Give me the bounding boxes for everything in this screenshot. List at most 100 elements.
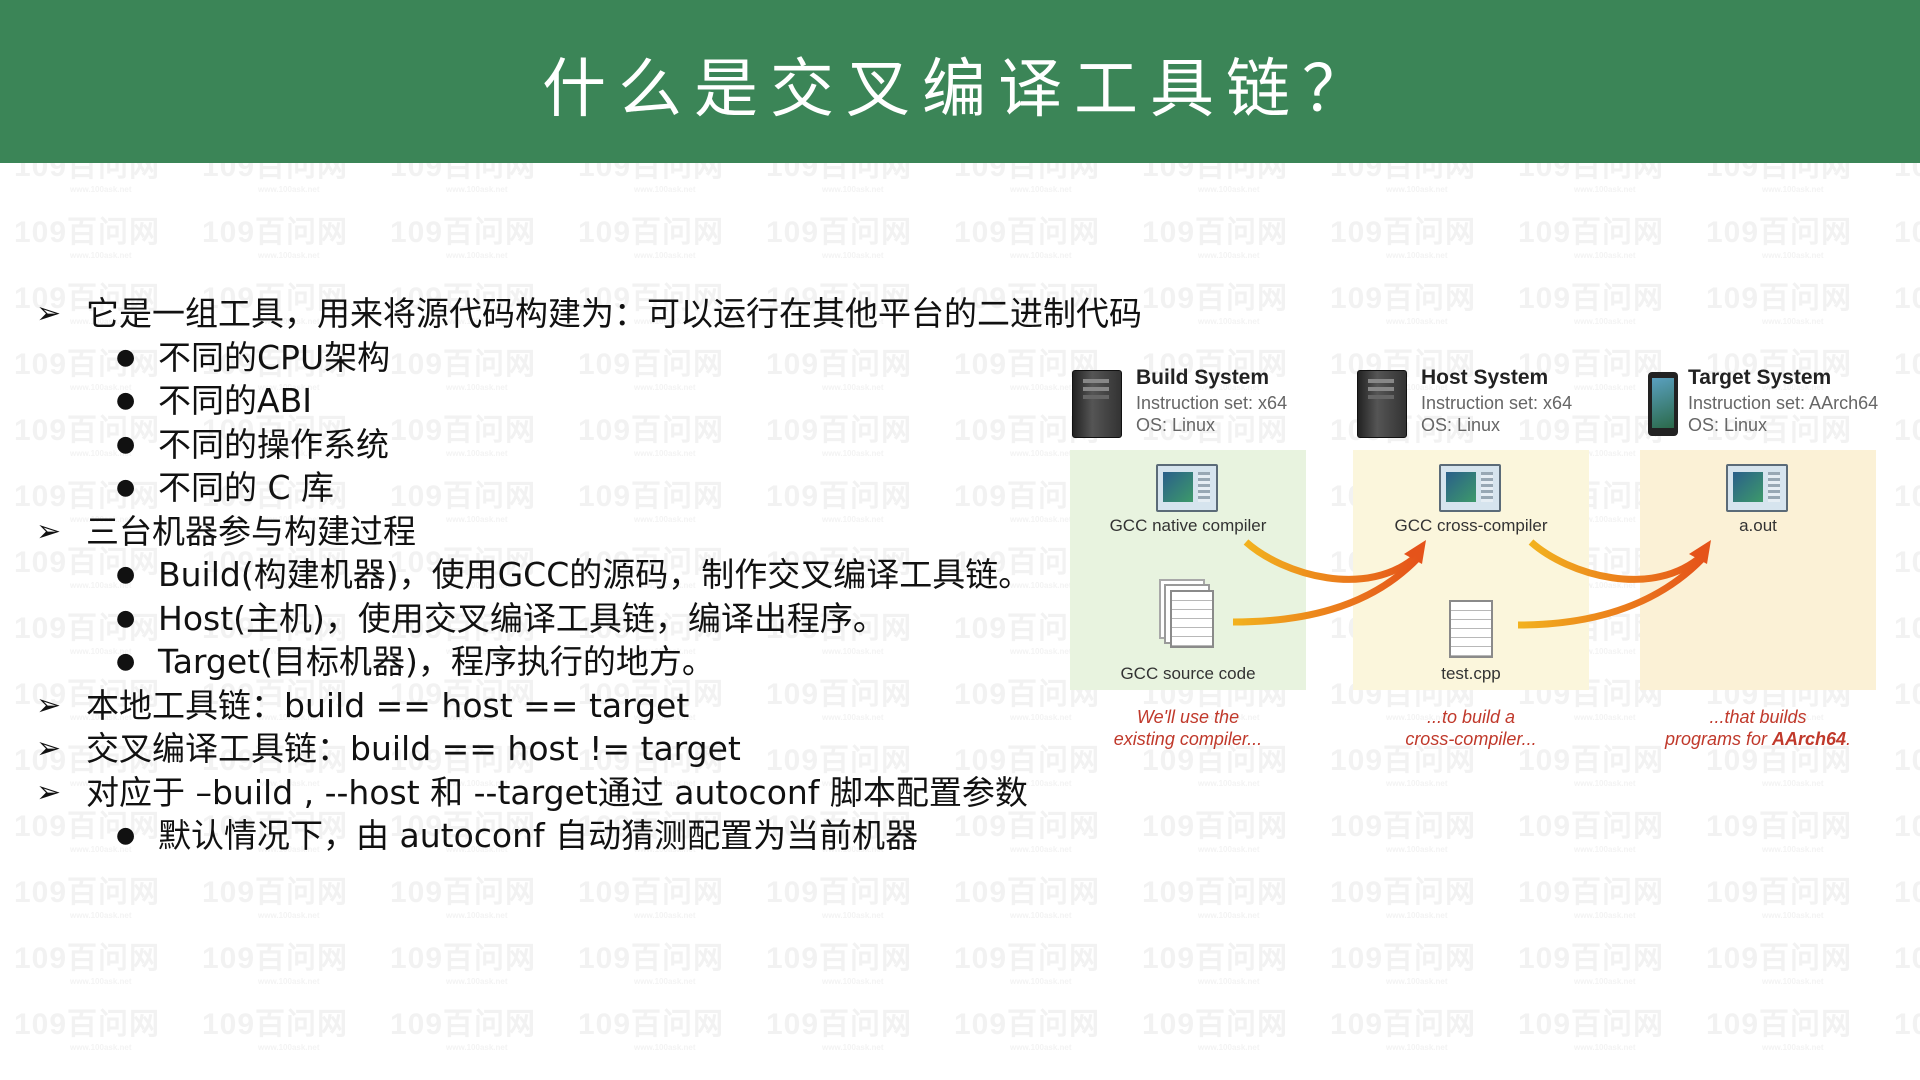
watermark-row: 109百问网 www.100ask.net 109百问网 www.100ask.net…: [14, 933, 1920, 988]
sub-bullet-item: ● 不同的操作系统: [36, 423, 1096, 467]
watermark-logo: 109百问网www.100ask.net: [202, 1008, 349, 1052]
watermark-logo: 109百问网www.100ask.net: [766, 163, 913, 194]
watermark-logo: 109百问网www.100ask.net: [1518, 163, 1665, 194]
watermark-logo: 109百问网www.100ask.net: [390, 942, 537, 986]
dot-bullet-icon: ●: [116, 649, 136, 674]
watermark-row: 109百问网 www.100ask.net 109百问网 www.100ask.net…: [14, 999, 1920, 1054]
watermark-logo: 109百问网www.100ask.net: [390, 216, 537, 260]
watermark-logo: 109百问网www.100ask.net: [1894, 163, 1920, 183]
watermark-logo: 109百问网www.100ask.net: [766, 942, 913, 986]
watermark-logo: 109百问网www.100ask.net: [1330, 942, 1477, 986]
sub-bullet-item: ● Target(目标机器)，程序执行的地方。: [36, 640, 1096, 684]
dot-bullet-icon: ●: [116, 562, 136, 587]
watermark-logo: 109百问网www.100ask.net: [202, 942, 349, 986]
flow-arrows: [1232, 539, 1711, 629]
title-bar: 什么是交叉编译工具链？: [0, 0, 1920, 163]
arrow-source-to-cross: [1232, 555, 1421, 626]
watermark-logo: 109百问网www.100ask.net: [1518, 810, 1665, 854]
bullet-item: ➢ 三台机器参与构建过程: [36, 510, 1096, 554]
watermark-logo: 109百问网www.100ask.net: [1706, 1008, 1853, 1052]
watermark-logo: 109百问网www.100ask.net: [1706, 810, 1853, 854]
watermark-logo: 109百问网www.100ask.net: [954, 216, 1101, 260]
bullet-item: ➢ 交叉编译工具链：build == host != target: [36, 727, 1096, 771]
watermark-logo: 109百问网www.100ask.net: [202, 216, 349, 260]
watermark-logo: 109百问网www.100ask.net: [1142, 282, 1289, 326]
watermark-logo: 109百问网www.100ask.net: [766, 1008, 913, 1052]
arrow-test-to-aout: [1517, 555, 1706, 629]
bullet-text: 不同的操作系统: [158, 424, 389, 464]
watermark-logo: 109百问网www.100ask.net: [390, 1008, 537, 1052]
watermark-row: 109百问网 www.100ask.net 109百问网 www.100ask.net…: [14, 163, 1920, 196]
arrow-cross-to-aout: [1528, 539, 1706, 583]
watermark-logo: 109百问网www.100ask.net: [202, 876, 349, 920]
bullet-text: 不同的 C 库: [158, 468, 335, 507]
watermark-logo: 109百问网www.100ask.net: [1894, 282, 1920, 315]
sub-bullet-item: ● 不同的 C 库: [36, 466, 1096, 510]
watermark-logo: 109百问网www.100ask.net: [1330, 216, 1477, 260]
dot-bullet-icon: ●: [116, 475, 136, 500]
watermark-logo: 109百问网www.100ask.net: [390, 876, 537, 920]
watermark-logo: 109百问网www.100ask.net: [1142, 810, 1289, 854]
watermark-logo: 109百问网www.100ask.net: [578, 876, 725, 920]
watermark-logo: 109百问网www.100ask.net: [1330, 810, 1477, 854]
sub-bullet-item: ● 默认情况下，由 autoconf 自动猜测配置为当前机器: [36, 814, 1096, 858]
bullet-text: 交叉编译工具链：build == host != target: [86, 729, 741, 768]
arrow-bullet-icon: ➢: [36, 687, 62, 723]
dot-bullet-icon: ●: [116, 605, 136, 631]
watermark-logo: 109百问网www.100ask.net: [1142, 942, 1289, 986]
watermark-logo: 109百问网www.100ask.net: [14, 163, 161, 194]
watermark-logo: 109百问网www.100ask.net: [1142, 876, 1289, 920]
watermark-logo: 109百问网www.100ask.net: [1142, 163, 1289, 194]
sub-bullet-item: ● 不同的ABI: [36, 379, 1096, 423]
bullet-text: 本地工具链：build == host == target: [86, 685, 690, 725]
slide-title: 什么是交叉编译工具链？: [542, 53, 1378, 127]
watermark-logo: 109百问网www.100ask.net: [1706, 163, 1853, 194]
watermark-logo: 109百问网www.100ask.net: [954, 942, 1101, 986]
watermark-logo: 109百问网www.100ask.net: [202, 163, 349, 194]
watermark-logo: 109百问网www.100ask.net: [1706, 282, 1853, 326]
bullet-text: 它是一组工具，用来将源代码构建为：可以运行在其他平台的二进制代码: [86, 294, 1142, 333]
watermark-logo: 109百问网www.100ask.net: [1142, 216, 1289, 260]
watermark-logo: 109百问网www.100ask.net: [14, 942, 161, 986]
watermark-logo: 109百问网www.100ask.net: [14, 216, 161, 260]
sub-bullet-item: ● Host(主机)，使用交叉编译工具链，编译出程序。: [36, 597, 1096, 641]
watermark-logo: 109百问网www.100ask.net: [1894, 1008, 1920, 1041]
arrow-bullet-icon: ➢: [36, 513, 62, 549]
watermark-logo: 109百问网www.100ask.net: [1330, 163, 1477, 194]
watermark-logo: 109百问网www.100ask.net: [1518, 942, 1665, 986]
arrow-native-to-cross: [1243, 539, 1421, 583]
watermark-row: 109百问网 www.100ask.net 109百问网 www.100ask.net…: [14, 867, 1920, 922]
bullet-text: Host(主机)，使用交叉编译工具链，编译出程序。: [158, 598, 886, 638]
watermark-logo: 109百问网www.100ask.net: [578, 216, 725, 260]
bullet-text: 不同的CPU架构: [158, 337, 391, 377]
bullet-item: ➢ 对应于 –build , --host 和 --target通过 autoco…: [36, 771, 1096, 815]
watermark-logo: 109百问网www.100ask.net: [1142, 1008, 1289, 1052]
watermark-logo: 109百问网www.100ask.net: [14, 1008, 161, 1052]
watermark-logo: 109百问网www.100ask.net: [578, 1008, 725, 1052]
watermark-logo: 109百问网www.100ask.net: [390, 163, 537, 194]
watermark-logo: 109百问网www.100ask.net: [766, 216, 913, 260]
bullet-text: Target(目标机器)，程序执行的地方。: [158, 642, 715, 681]
dot-bullet-icon: ●: [116, 388, 136, 413]
watermark-logo: 109百问网www.100ask.net: [1894, 216, 1920, 249]
watermark-logo: 109百问网www.100ask.net: [1330, 282, 1477, 326]
bullet-text: 不同的ABI: [158, 381, 312, 420]
bullet-text: 默认情况下，由 autoconf 自动猜测配置为当前机器: [158, 816, 919, 855]
watermark-logo: 109百问网www.100ask.net: [1706, 216, 1853, 260]
arrow-bullet-icon: ➢: [36, 774, 62, 810]
watermark-logo: 109百问网www.100ask.net: [954, 1008, 1101, 1052]
watermark-logo: 109百问网www.100ask.net: [766, 876, 913, 920]
bullet-text: Build(构建机器)，使用GCC的源码，制作交叉编译工具链。: [158, 555, 1032, 594]
watermark-logo: 109百问网www.100ask.net: [1894, 942, 1920, 975]
bullet-list: ➢ 它是一组工具，用来将源代码构建为：可以运行在其他平台的二进制代码 ● 不同的CPU…: [36, 292, 1142, 858]
bullet-item: ➢ 本地工具链：build == host == target: [36, 684, 1096, 728]
sub-bullet-item: ● Build(构建机器)，使用GCC的源码，制作交叉编译工具链。: [36, 553, 1096, 597]
watermark-logo: 109百问网www.100ask.net: [1518, 1008, 1665, 1052]
dot-bullet-icon: ●: [116, 823, 136, 848]
watermark-logo: 109百问网www.100ask.net: [1518, 282, 1665, 326]
arrow-bullet-icon: ➢: [36, 296, 62, 331]
dot-bullet-icon: ●: [116, 344, 136, 370]
watermark-logo: 109百问网www.100ask.net: [14, 876, 161, 920]
watermark-logo: 109百问网www.100ask.net: [954, 876, 1101, 920]
watermark-logo: 109百问网www.100ask.net: [578, 942, 725, 986]
